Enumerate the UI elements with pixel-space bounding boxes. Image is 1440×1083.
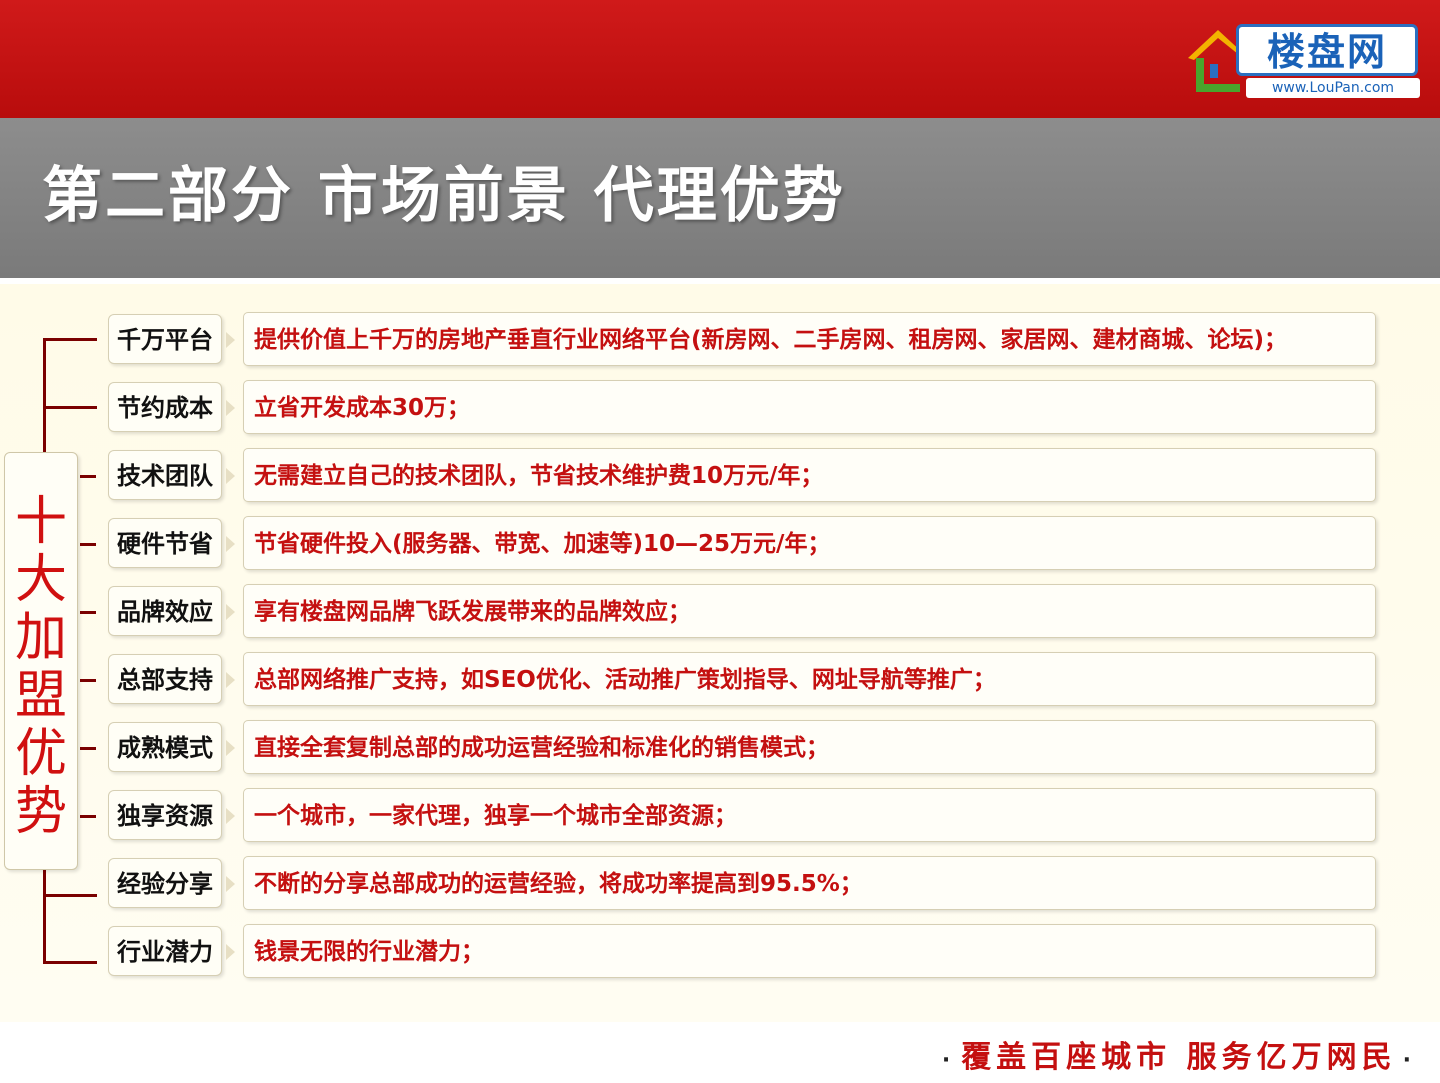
item-description: 钱景无限的行业潜力； — [243, 924, 1376, 978]
list-item: 独享资源 一个城市，一家代理，独享一个城市全部资源； — [0, 788, 1440, 844]
tree-tick — [80, 815, 96, 818]
list-item: 成熟模式 直接全套复制总部的成功运营经验和标准化的销售模式； — [0, 720, 1440, 776]
page-title: 第二部分 市场前景 代理优势 — [42, 161, 846, 231]
item-description: 一个城市，一家代理，独享一个城市全部资源； — [243, 788, 1376, 842]
item-label: 硬件节省 — [108, 518, 222, 568]
bullet-dot-icon: · — [941, 1048, 956, 1073]
item-description: 总部网络推广支持，如SEO优化、活动推广策划指导、网址导航等推广； — [243, 652, 1376, 706]
item-description: 提供价值上千万的房地产垂直行业网络平台(新房网、二手房网、租房网、家居网、建材商… — [243, 312, 1376, 366]
tree-tick — [80, 679, 96, 682]
item-label: 千万平台 — [108, 314, 222, 364]
list-item: 总部支持 总部网络推广支持，如SEO优化、活动推广策划指导、网址导航等推广； — [0, 652, 1440, 708]
arrow-icon — [226, 876, 235, 892]
item-description: 直接全套复制总部的成功运营经验和标准化的销售模式； — [243, 720, 1376, 774]
logo-text: 楼盘网 — [1236, 24, 1418, 76]
item-label: 行业潜力 — [108, 926, 222, 976]
item-label: 经验分享 — [108, 858, 222, 908]
arrow-icon — [226, 536, 235, 552]
arrow-icon — [226, 400, 235, 416]
arrow-icon — [226, 740, 235, 756]
arrow-icon — [226, 944, 235, 960]
bullet-dot-icon: · — [1402, 1048, 1416, 1073]
item-description: 节省硬件投入(服务器、带宽、加速等)10—25万元/年； — [243, 516, 1376, 570]
tree-tick — [80, 611, 96, 614]
item-description: 享有楼盘网品牌飞跃发展带来的品牌效应； — [243, 584, 1376, 638]
item-label: 总部支持 — [108, 654, 222, 704]
arrow-icon — [226, 332, 235, 348]
item-label: 成熟模式 — [108, 722, 222, 772]
tree-tick — [80, 543, 96, 546]
list-item: 品牌效应 享有楼盘网品牌飞跃发展带来的品牌效应； — [0, 584, 1440, 640]
list-item: 行业潜力 钱景无限的行业潜力； — [0, 924, 1440, 980]
item-description: 无需建立自己的技术团队，节省技术维护费10万元/年； — [243, 448, 1376, 502]
logo-url: www.LouPan.com — [1246, 78, 1420, 98]
arrow-icon — [226, 604, 235, 620]
list-item: 千万平台 提供价值上千万的房地产垂直行业网络平台(新房网、二手房网、租房网、家居… — [0, 312, 1440, 368]
footer-slogan: · 覆盖百座城市 服务亿万网民 · — [936, 1036, 1422, 1083]
footer-slogan-text: 覆盖百座城市 服务亿万网民 — [961, 1040, 1397, 1075]
item-description: 立省开发成本30万； — [243, 380, 1376, 434]
top-header-bar: 楼盘网 www.LouPan.com — [0, 0, 1440, 118]
list-item: 硬件节省 节省硬件投入(服务器、带宽、加速等)10—25万元/年； — [0, 516, 1440, 572]
item-label: 品牌效应 — [108, 586, 222, 636]
item-label: 技术团队 — [108, 450, 222, 500]
item-description: 不断的分享总部成功的运营经验，将成功率提高到95.5%； — [243, 856, 1376, 910]
tree-tick — [80, 475, 96, 478]
tree-tick — [80, 747, 96, 750]
arrow-icon — [226, 468, 235, 484]
item-label: 独享资源 — [108, 790, 222, 840]
arrow-icon — [226, 808, 235, 824]
list-item: 经验分享 不断的分享总部成功的运营经验，将成功率提高到95.5%； — [0, 856, 1440, 912]
list-item: 节约成本 立省开发成本30万； — [0, 380, 1440, 436]
arrow-icon — [226, 672, 235, 688]
item-label: 节约成本 — [108, 382, 222, 432]
loupan-logo[interactable]: 楼盘网 www.LouPan.com — [1184, 18, 1420, 100]
list-item: 技术团队 无需建立自己的技术团队，节省技术维护费10万元/年； — [0, 448, 1440, 504]
